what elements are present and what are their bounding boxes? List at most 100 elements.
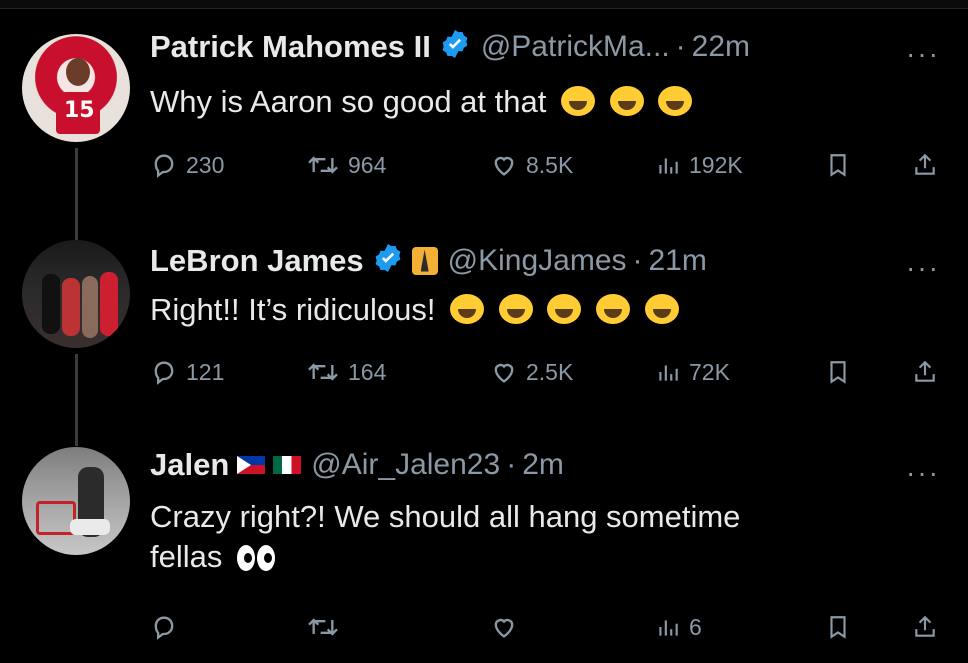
display-name[interactable]: Patrick Mahomes II — [150, 29, 431, 65]
rolling-on-the-floor-laughing-icon — [595, 294, 630, 324]
retweet-button[interactable] — [306, 613, 340, 641]
avatar-figure — [42, 274, 60, 334]
bookmark-button[interactable] — [825, 357, 851, 387]
bookmark-icon — [830, 616, 846, 639]
display-name[interactable]: Jalen — [150, 447, 229, 483]
verified-badge-icon — [372, 242, 404, 279]
tweet-jalen[interactable]: Jalen @Air_Jalen23 · 2m ··· Crazy right?… — [0, 445, 968, 663]
reply-button[interactable] — [150, 613, 178, 641]
views-count: 6 — [689, 613, 702, 640]
tweet-text-content: Right!! It’s ridiculous! — [150, 292, 436, 327]
share-button[interactable] — [912, 357, 938, 387]
handle[interactable]: @PatrickMa... — [481, 30, 670, 64]
avatar-figure — [100, 272, 118, 336]
like-button[interactable]: 2.5K — [490, 358, 573, 386]
like-button[interactable]: 8.5K — [490, 151, 573, 179]
rolling-on-the-floor-laughing-icon — [498, 294, 533, 324]
views-icon — [659, 158, 678, 174]
reply-icon — [154, 616, 174, 640]
views-icon — [659, 620, 678, 636]
eiffel-tower-icon — [411, 246, 438, 275]
share-icon — [915, 360, 935, 382]
retweet-icon — [308, 363, 338, 381]
display-name[interactable]: LeBron James — [150, 243, 364, 279]
retweet-icon — [308, 156, 338, 174]
handle[interactable]: @Air_Jalen23 — [311, 448, 500, 482]
avatar-figure — [62, 278, 80, 336]
avatar[interactable]: 15 — [22, 34, 130, 142]
face-with-tears-of-joy-icon — [560, 86, 595, 116]
views-count: 192K — [689, 151, 743, 178]
tweet-text: Why is Aaron so good at that — [150, 82, 930, 122]
verified-badge-icon — [439, 28, 471, 65]
like-count: 8.5K — [526, 151, 574, 178]
reply-button[interactable]: 230 — [150, 151, 224, 179]
retweet-count: 164 — [348, 358, 387, 385]
reply-count: 230 — [186, 151, 225, 178]
avatar-jersey-number: 15 — [64, 98, 95, 123]
more-icon[interactable]: ··· — [906, 38, 940, 70]
retweet-button[interactable]: 964 — [306, 151, 386, 179]
separator-dot: · — [675, 29, 686, 63]
like-button[interactable] — [490, 613, 518, 641]
share-icon — [915, 615, 935, 637]
views-count: 72K — [689, 358, 730, 385]
rolling-on-the-floor-laughing-icon — [450, 294, 485, 324]
eyes-icon — [237, 545, 255, 571]
views-button[interactable]: 192K — [655, 151, 743, 179]
mexico-flag-icon — [273, 456, 302, 474]
bookmark-button[interactable] — [825, 612, 851, 642]
views-button[interactable]: 72K — [655, 358, 730, 386]
tweet-text-content: Why is Aaron so good at that — [150, 84, 547, 119]
bookmark-button[interactable] — [825, 150, 851, 180]
avatar[interactable] — [22, 240, 130, 348]
avatar[interactable] — [22, 447, 130, 555]
eyes-icon — [257, 545, 275, 571]
tweet-text: Crazy right?! We should all hang sometim… — [150, 497, 930, 577]
tweet-lebron[interactable]: LeBron James @KingJames · 21m ··· Right!… — [0, 240, 968, 445]
tweet-header: Patrick Mahomes II @PatrickMa... · 22m — [150, 28, 750, 65]
reply-count: 121 — [186, 358, 225, 385]
timestamp[interactable]: 22m — [692, 30, 750, 64]
tweet-text-line: Crazy right?! We should all hang sometim… — [150, 499, 741, 534]
avatar-figure — [82, 276, 98, 338]
share-button[interactable] — [912, 150, 938, 180]
avatar-legs — [70, 519, 110, 535]
bookmark-icon — [830, 361, 846, 384]
like-icon — [494, 156, 514, 176]
rolling-on-the-floor-laughing-icon — [644, 294, 679, 324]
tweet-actions: 6 — [150, 607, 950, 647]
more-icon[interactable]: ··· — [906, 252, 940, 284]
share-icon — [915, 153, 935, 175]
tweet-text-content: fellas — [150, 539, 223, 574]
reply-icon — [154, 154, 174, 178]
rolling-on-the-floor-laughing-icon — [547, 294, 582, 324]
reply-button[interactable]: 121 — [150, 358, 224, 386]
timestamp[interactable]: 21m — [649, 244, 707, 278]
tweet-actions: 121 164 2.5K 72K — [150, 352, 950, 392]
views-button[interactable]: 6 — [655, 613, 702, 641]
separator-dot: · — [632, 243, 643, 277]
more-icon[interactable]: ··· — [906, 457, 940, 489]
face-with-tears-of-joy-icon — [609, 86, 644, 116]
philippines-flag-icon — [237, 456, 266, 474]
like-icon — [494, 618, 514, 638]
tweet-patrick[interactable]: 15 Patrick Mahomes II @PatrickMa... · 22… — [0, 0, 968, 240]
avatar-head — [66, 58, 90, 86]
tweet-text-line-2: fellas — [150, 537, 930, 577]
like-icon — [494, 363, 514, 383]
share-button[interactable] — [912, 612, 938, 642]
tweet-text: Right!! It’s ridiculous! — [150, 290, 930, 330]
handle[interactable]: @KingJames — [448, 244, 627, 278]
face-with-tears-of-joy-icon — [658, 86, 693, 116]
tweet-header: Jalen @Air_Jalen23 · 2m — [150, 447, 564, 483]
retweet-icon — [308, 618, 338, 636]
separator-dot: · — [506, 448, 517, 481]
tweet-header: LeBron James @KingJames · 21m — [150, 242, 707, 279]
tweet-actions: 230 964 8.5K 192K — [150, 145, 950, 185]
retweet-count: 964 — [348, 151, 387, 178]
bookmark-icon — [830, 154, 846, 177]
timestamp[interactable]: 2m — [522, 448, 564, 482]
reply-icon — [154, 361, 174, 385]
retweet-button[interactable]: 164 — [306, 358, 386, 386]
